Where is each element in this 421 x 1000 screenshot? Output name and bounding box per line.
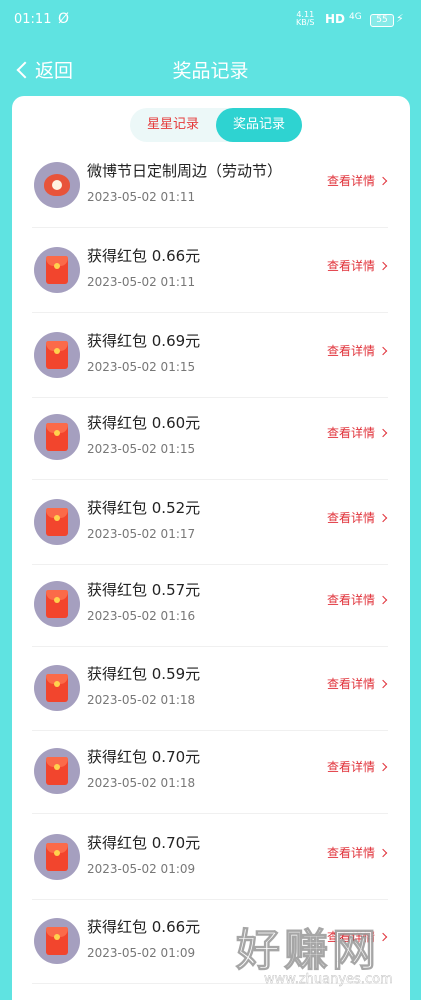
view-detail-label: 查看详情 — [326, 593, 375, 607]
record-date: 2023-05-02 01:18 — [87, 776, 196, 790]
view-detail-label: 查看详情 — [326, 344, 375, 358]
chevron-right-icon — [378, 261, 388, 270]
red-envelope-icon — [46, 341, 68, 369]
watermark: 好赚网 www.zhuanyes.com — [236, 914, 421, 1000]
record-title: 获得红包 0.70元 — [87, 834, 201, 852]
chevron-right-icon — [378, 346, 388, 355]
tab-prize-records[interactable]: 奖品记录 — [216, 108, 302, 142]
network-speed: 4.11 KB/S — [296, 10, 315, 27]
no-sync-icon: Ø — [58, 11, 70, 27]
red-envelope-icon — [46, 927, 68, 955]
nav-bar: 返回 奖品记录 — [0, 48, 421, 90]
red-envelope-icon — [46, 423, 68, 451]
record-title: 获得红包 0.57元 — [87, 581, 201, 599]
prize-avatar — [34, 834, 80, 880]
view-detail-link[interactable]: 查看详情 — [326, 591, 388, 608]
record-date: 2023-05-02 01:11 — [87, 275, 196, 289]
record-date: 2023-05-02 01:16 — [87, 609, 196, 623]
record-title: 获得红包 0.52元 — [87, 499, 201, 517]
list-item: 获得红包 0.70元 2023-05-02 01:09 查看详情 — [32, 818, 388, 900]
view-detail-link[interactable]: 查看详情 — [326, 675, 388, 692]
charging-icon: ⚡ — [396, 12, 404, 25]
view-detail-label: 查看详情 — [326, 677, 375, 691]
view-detail-link[interactable]: 查看详情 — [326, 844, 388, 861]
red-envelope-icon — [46, 256, 68, 284]
view-detail-label: 查看详情 — [326, 426, 375, 440]
prize-avatar — [34, 499, 80, 545]
chevron-right-icon — [378, 848, 388, 857]
view-detail-link[interactable]: 查看详情 — [326, 172, 388, 189]
record-title: 获得红包 0.70元 — [87, 748, 201, 766]
view-detail-link[interactable]: 查看详情 — [326, 509, 388, 526]
chevron-right-icon — [378, 513, 388, 522]
view-detail-link[interactable]: 查看详情 — [326, 424, 388, 441]
prize-avatar — [34, 162, 80, 208]
signal-icon: 4G — [349, 12, 362, 22]
prize-avatar — [34, 918, 80, 964]
view-detail-link[interactable]: 查看详情 — [326, 257, 388, 274]
record-title: 获得红包 0.69元 — [87, 332, 201, 350]
prize-avatar — [34, 414, 80, 460]
red-envelope-icon — [46, 590, 68, 618]
record-title: 获得红包 0.60元 — [87, 414, 201, 432]
record-date: 2023-05-02 01:11 — [87, 190, 196, 204]
records-card: 星星记录 奖品记录 微博节日定制周边（劳动节） 2023-05-02 01:11 查… — [12, 96, 410, 1000]
record-date: 2023-05-02 01:15 — [87, 442, 196, 456]
list-item: 获得红包 0.60元 2023-05-02 01:15 查看详情 — [32, 398, 388, 480]
tab-star-records[interactable]: 星星记录 — [130, 108, 216, 142]
view-detail-label: 查看详情 — [326, 846, 375, 860]
prize-avatar — [34, 332, 80, 378]
list-item: 获得红包 0.70元 2023-05-02 01:18 查看详情 — [32, 732, 388, 814]
record-date: 2023-05-02 01:17 — [87, 527, 196, 541]
view-detail-label: 查看详情 — [326, 760, 375, 774]
view-detail-link[interactable]: 查看详情 — [326, 342, 388, 359]
watermark-url: www.zhuanyes.com — [264, 972, 393, 987]
chevron-right-icon — [378, 762, 388, 771]
chevron-right-icon — [378, 428, 388, 437]
chevron-right-icon — [378, 595, 388, 604]
record-title: 获得红包 0.66元 — [87, 918, 201, 936]
view-detail-label: 查看详情 — [326, 511, 375, 525]
prize-avatar — [34, 748, 80, 794]
view-detail-link[interactable]: 查看详情 — [326, 758, 388, 775]
watermark-logo: 好赚网 — [236, 925, 380, 977]
battery-icon: 55 — [370, 14, 394, 27]
record-date: 2023-05-02 01:18 — [87, 693, 196, 707]
prize-avatar — [34, 247, 80, 293]
prize-avatar — [34, 665, 80, 711]
prize-avatar — [34, 581, 80, 627]
gift-pouch-icon — [44, 174, 70, 196]
chevron-right-icon — [378, 176, 388, 185]
list-item: 获得红包 0.52元 2023-05-02 01:17 查看详情 — [32, 483, 388, 565]
status-time: 01:11 — [14, 12, 52, 27]
view-detail-label: 查看详情 — [326, 174, 375, 188]
chevron-right-icon — [378, 679, 388, 688]
list-item: 获得红包 0.66元 2023-05-02 01:11 查看详情 — [32, 231, 388, 313]
hd-indicator: HD — [325, 12, 346, 26]
record-date: 2023-05-02 01:15 — [87, 360, 196, 374]
red-envelope-icon — [46, 508, 68, 536]
record-title: 获得红包 0.66元 — [87, 247, 201, 265]
page-title: 奖品记录 — [172, 60, 249, 82]
list-item: 获得红包 0.57元 2023-05-02 01:16 查看详情 — [32, 565, 388, 647]
record-date: 2023-05-02 01:09 — [87, 946, 196, 960]
record-date: 2023-05-02 01:09 — [87, 862, 196, 876]
record-title: 获得红包 0.59元 — [87, 665, 201, 683]
red-envelope-icon — [46, 757, 68, 785]
list-item: 获得红包 0.69元 2023-05-02 01:15 查看详情 — [32, 316, 388, 398]
status-bar: 01:11 Ø 4.11 KB/S HD 4G 55 ⚡ — [0, 0, 421, 42]
record-title: 微博节日定制周边（劳动节） — [87, 162, 283, 180]
record-tabs: 星星记录 奖品记录 — [130, 108, 302, 142]
red-envelope-icon — [46, 843, 68, 871]
view-detail-label: 查看详情 — [326, 259, 375, 273]
list-item: 微博节日定制周边（劳动节） 2023-05-02 01:11 查看详情 — [32, 146, 388, 228]
red-envelope-icon — [46, 674, 68, 702]
list-item: 获得红包 0.59元 2023-05-02 01:18 查看详情 — [32, 649, 388, 731]
